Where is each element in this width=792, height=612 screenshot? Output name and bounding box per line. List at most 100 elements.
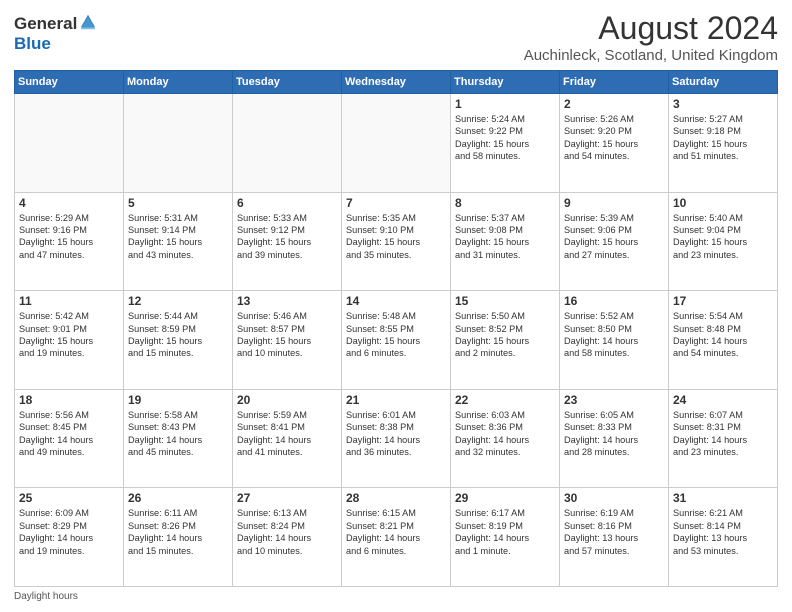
- calendar-cell: 18Sunrise: 5:56 AM Sunset: 8:45 PM Dayli…: [15, 389, 124, 488]
- calendar-cell: 26Sunrise: 6:11 AM Sunset: 8:26 PM Dayli…: [124, 488, 233, 587]
- calendar-cell: 7Sunrise: 5:35 AM Sunset: 9:10 PM Daylig…: [342, 192, 451, 291]
- calendar-cell: [233, 94, 342, 193]
- col-header-friday: Friday: [560, 71, 669, 94]
- day-number: 2: [564, 97, 664, 111]
- col-header-saturday: Saturday: [669, 71, 778, 94]
- day-number: 11: [19, 294, 119, 308]
- calendar-cell: 27 Sunrise: 6:13 AM Sunset: 8:24 PM Dayli…: [233, 488, 342, 587]
- day-number: 5: [128, 196, 228, 210]
- footer-note: Daylight hours: [14, 591, 778, 602]
- calendar-cell: 30Sunrise: 6:19 AM Sunset: 8:16 PM Dayli…: [560, 488, 669, 587]
- calendar-table: SundayMondayTuesdayWednesdayThursdayFrid…: [14, 70, 778, 587]
- day-number: 31: [673, 491, 773, 505]
- day-info: Sunrise: 6:21 AM Sunset: 8:14 PM Dayligh…: [673, 507, 773, 557]
- day-info: Sunrise: 5:48 AM Sunset: 8:55 PM Dayligh…: [346, 310, 446, 360]
- day-info: Sunrise: 5:59 AM Sunset: 8:41 PM Dayligh…: [237, 409, 337, 459]
- day-info: Sunrise: 6:11 AM Sunset: 8:26 PM Dayligh…: [128, 507, 228, 557]
- day-number: 9: [564, 196, 664, 210]
- calendar-cell: 20Sunrise: 5:59 AM Sunset: 8:41 PM Dayli…: [233, 389, 342, 488]
- logo-icon: [79, 13, 97, 31]
- calendar-cell: 12 Sunrise: 5:44 AM Sunset: 8:59 PM Dayli…: [124, 291, 233, 390]
- calendar-header-row: SundayMondayTuesdayWednesdayThursdayFrid…: [15, 71, 778, 94]
- day-info: Sunrise: 5:42 AM Sunset: 9:01 PM Dayligh…: [19, 310, 119, 360]
- calendar-cell: 11 Sunrise: 5:42 AM Sunset: 9:01 PM Dayli…: [15, 291, 124, 390]
- day-info: Sunrise: 6:13 AM Sunset: 8:24 PM Dayligh…: [237, 507, 337, 557]
- day-number: 7: [346, 196, 446, 210]
- calendar-cell: [342, 94, 451, 193]
- day-info: Sunrise: 5:54 AM Sunset: 8:48 PM Dayligh…: [673, 310, 773, 360]
- calendar-cell: 24 Sunrise: 6:07 AM Sunset: 8:31 PM Dayli…: [669, 389, 778, 488]
- day-info: Sunrise: 6:15 AM Sunset: 8:21 PM Dayligh…: [346, 507, 446, 557]
- calendar-cell: 21Sunrise: 6:01 AM Sunset: 8:38 PM Dayli…: [342, 389, 451, 488]
- calendar-cell: 6 Sunrise: 5:33 AM Sunset: 9:12 PM Daylig…: [233, 192, 342, 291]
- week-row-1: 1 Sunrise: 5:24 AM Sunset: 9:22 PM Daylig…: [15, 94, 778, 193]
- day-info: Sunrise: 5:31 AM Sunset: 9:14 PM Dayligh…: [128, 212, 228, 262]
- calendar-cell: 1 Sunrise: 5:24 AM Sunset: 9:22 PM Daylig…: [451, 94, 560, 193]
- main-title: August 2024: [524, 10, 778, 47]
- calendar-cell: 2 Sunrise: 5:26 AM Sunset: 9:20 PM Daylig…: [560, 94, 669, 193]
- header: General Blue August 2024 Auchinleck, Sco…: [14, 10, 778, 64]
- calendar-cell: 8 Sunrise: 5:37 AM Sunset: 9:08 PM Daylig…: [451, 192, 560, 291]
- day-number: 4: [19, 196, 119, 210]
- day-info: Sunrise: 5:33 AM Sunset: 9:12 PM Dayligh…: [237, 212, 337, 262]
- week-row-2: 4 Sunrise: 5:29 AM Sunset: 9:16 PM Daylig…: [15, 192, 778, 291]
- calendar-cell: [124, 94, 233, 193]
- day-info: Sunrise: 5:29 AM Sunset: 9:16 PM Dayligh…: [19, 212, 119, 262]
- day-info: Sunrise: 5:58 AM Sunset: 8:43 PM Dayligh…: [128, 409, 228, 459]
- day-info: Sunrise: 5:24 AM Sunset: 9:22 PM Dayligh…: [455, 113, 555, 163]
- calendar-cell: 25 Sunrise: 6:09 AM Sunset: 8:29 PM Dayli…: [15, 488, 124, 587]
- calendar-cell: 5 Sunrise: 5:31 AM Sunset: 9:14 PM Daylig…: [124, 192, 233, 291]
- col-header-wednesday: Wednesday: [342, 71, 451, 94]
- day-info: Sunrise: 5:50 AM Sunset: 8:52 PM Dayligh…: [455, 310, 555, 360]
- day-number: 16: [564, 294, 664, 308]
- day-info: Sunrise: 5:46 AM Sunset: 8:57 PM Dayligh…: [237, 310, 337, 360]
- day-number: 25: [19, 491, 119, 505]
- day-number: 27: [237, 491, 337, 505]
- day-info: Sunrise: 6:09 AM Sunset: 8:29 PM Dayligh…: [19, 507, 119, 557]
- day-number: 14: [346, 294, 446, 308]
- day-info: Sunrise: 5:27 AM Sunset: 9:18 PM Dayligh…: [673, 113, 773, 163]
- day-number: 17: [673, 294, 773, 308]
- calendar-cell: 17 Sunrise: 5:54 AM Sunset: 8:48 PM Dayli…: [669, 291, 778, 390]
- calendar-cell: 14 Sunrise: 5:48 AM Sunset: 8:55 PM Dayli…: [342, 291, 451, 390]
- day-number: 23: [564, 393, 664, 407]
- day-number: 12: [128, 294, 228, 308]
- calendar-cell: 10Sunrise: 5:40 AM Sunset: 9:04 PM Dayli…: [669, 192, 778, 291]
- col-header-monday: Monday: [124, 71, 233, 94]
- calendar-cell: 23Sunrise: 6:05 AM Sunset: 8:33 PM Dayli…: [560, 389, 669, 488]
- day-info: Sunrise: 5:39 AM Sunset: 9:06 PM Dayligh…: [564, 212, 664, 262]
- logo: General Blue: [14, 14, 97, 54]
- day-number: 3: [673, 97, 773, 111]
- week-row-5: 25 Sunrise: 6:09 AM Sunset: 8:29 PM Dayli…: [15, 488, 778, 587]
- day-info: Sunrise: 6:07 AM Sunset: 8:31 PM Dayligh…: [673, 409, 773, 459]
- day-info: Sunrise: 5:44 AM Sunset: 8:59 PM Dayligh…: [128, 310, 228, 360]
- day-number: 24: [673, 393, 773, 407]
- day-info: Sunrise: 5:26 AM Sunset: 9:20 PM Dayligh…: [564, 113, 664, 163]
- calendar-cell: 22Sunrise: 6:03 AM Sunset: 8:36 PM Dayli…: [451, 389, 560, 488]
- day-info: Sunrise: 6:19 AM Sunset: 8:16 PM Dayligh…: [564, 507, 664, 557]
- page: General Blue August 2024 Auchinleck, Sco…: [0, 0, 792, 612]
- calendar-cell: 4 Sunrise: 5:29 AM Sunset: 9:16 PM Daylig…: [15, 192, 124, 291]
- calendar-cell: 16Sunrise: 5:52 AM Sunset: 8:50 PM Dayli…: [560, 291, 669, 390]
- day-number: 1: [455, 97, 555, 111]
- day-number: 29: [455, 491, 555, 505]
- day-number: 8: [455, 196, 555, 210]
- col-header-sunday: Sunday: [15, 71, 124, 94]
- calendar-cell: 15Sunrise: 5:50 AM Sunset: 8:52 PM Dayli…: [451, 291, 560, 390]
- day-info: Sunrise: 5:37 AM Sunset: 9:08 PM Dayligh…: [455, 212, 555, 262]
- day-number: 6: [237, 196, 337, 210]
- day-number: 10: [673, 196, 773, 210]
- calendar-cell: 31 Sunrise: 6:21 AM Sunset: 8:14 PM Dayli…: [669, 488, 778, 587]
- col-header-thursday: Thursday: [451, 71, 560, 94]
- col-header-tuesday: Tuesday: [233, 71, 342, 94]
- logo-general-text: General: [14, 14, 77, 34]
- calendar-cell: [15, 94, 124, 193]
- week-row-4: 18Sunrise: 5:56 AM Sunset: 8:45 PM Dayli…: [15, 389, 778, 488]
- day-info: Sunrise: 6:17 AM Sunset: 8:19 PM Dayligh…: [455, 507, 555, 557]
- day-number: 21: [346, 393, 446, 407]
- calendar-cell: 3 Sunrise: 5:27 AM Sunset: 9:18 PM Daylig…: [669, 94, 778, 193]
- logo-blue-text: Blue: [14, 34, 51, 53]
- subtitle: Auchinleck, Scotland, United Kingdom: [524, 47, 778, 64]
- calendar-cell: 29 Sunrise: 6:17 AM Sunset: 8:19 PM Dayli…: [451, 488, 560, 587]
- day-number: 28: [346, 491, 446, 505]
